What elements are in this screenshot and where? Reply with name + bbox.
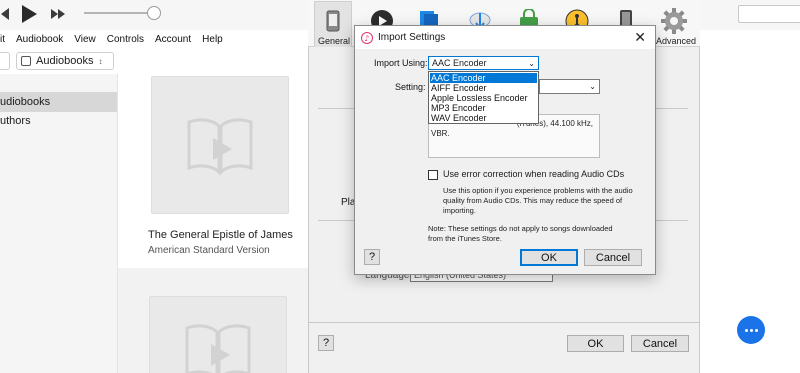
dialog-cancel-button[interactable]: Cancel xyxy=(584,249,642,266)
library-selector[interactable]: Audiobooks ↕ xyxy=(16,52,114,70)
tab-advanced[interactable] xyxy=(659,8,689,34)
encoder-dropdown-list: AAC Encoder AIFF Encoder Apple Lossless … xyxy=(428,71,539,124)
chevron-down-icon: ⌄ xyxy=(589,82,596,91)
import-using-value: AAC Encoder xyxy=(432,58,487,68)
sidebar-item-authors[interactable]: uthors xyxy=(0,111,117,131)
tab-advanced-label: Advanced xyxy=(656,36,697,46)
setting-label: Setting: xyxy=(395,82,426,92)
search-input[interactable] xyxy=(738,5,800,23)
menu-account[interactable]: Account xyxy=(155,34,191,45)
volume-slider-knob[interactable] xyxy=(147,6,161,20)
separator xyxy=(308,322,700,323)
book-placeholder-icon xyxy=(187,118,253,176)
import-using-select[interactable]: AAC Encoder ⌄ xyxy=(428,56,539,70)
book-subtitle: American Standard Version xyxy=(148,245,270,256)
previous-track-icon[interactable] xyxy=(0,6,10,22)
menu-edit[interactable]: it xyxy=(0,34,5,45)
chevron-down-icon: ⌄ xyxy=(528,58,535,68)
encoder-option[interactable]: WAV Encoder xyxy=(430,113,537,123)
encoder-option[interactable]: MP3 Encoder xyxy=(430,103,537,113)
dialog-ok-button[interactable]: OK xyxy=(520,249,578,266)
book-placeholder-icon xyxy=(185,324,251,373)
volume-slider-track[interactable] xyxy=(84,12,156,14)
details-line-2: VBR. xyxy=(431,129,450,138)
menu-audiobook[interactable]: Audiobook xyxy=(16,34,63,45)
sidebar-item-audiobooks[interactable]: udiobooks xyxy=(0,92,117,112)
close-icon[interactable]: ✕ xyxy=(634,29,646,46)
menu-view[interactable]: View xyxy=(74,34,96,45)
dot xyxy=(749,328,753,332)
updown-chevron-icon: ↕ xyxy=(98,56,103,66)
prefs-help-button[interactable]: ? xyxy=(318,335,334,351)
gear-icon xyxy=(661,8,687,34)
back-button[interactable] xyxy=(0,52,10,70)
tab-general-label: General xyxy=(318,36,351,46)
dialog-title-bar: ♪ Import Settings ✕ xyxy=(354,25,656,49)
play-button-icon[interactable] xyxy=(20,4,38,24)
more-options-button[interactable] xyxy=(737,316,765,344)
library-selector-label: Audiobooks xyxy=(36,55,94,67)
book-cover[interactable] xyxy=(151,76,289,214)
dot xyxy=(754,328,758,332)
svg-text:♪: ♪ xyxy=(364,34,369,43)
encoder-option[interactable]: Apple Lossless Encoder xyxy=(430,93,537,103)
phone-icon xyxy=(326,10,340,32)
settings-note: Note: These settings do not apply to son… xyxy=(428,224,613,243)
prefs-cancel-button[interactable]: Cancel xyxy=(631,335,689,352)
tab-general[interactable] xyxy=(318,8,348,34)
setting-select[interactable]: ⌄ xyxy=(539,79,600,94)
prefs-ok-button[interactable]: OK xyxy=(567,335,624,352)
dialog-help-button[interactable]: ? xyxy=(364,249,380,265)
book-cover-2[interactable] xyxy=(149,296,287,373)
error-correction-note: Use this option if you experience proble… xyxy=(443,186,633,215)
book-title[interactable]: The General Epistle of James xyxy=(148,229,293,241)
menu-controls[interactable]: Controls xyxy=(107,34,144,45)
import-using-label: Import Using: xyxy=(374,58,428,68)
next-track-icon[interactable] xyxy=(50,8,68,20)
audiobook-icon xyxy=(21,56,31,66)
error-correction-label[interactable]: Use error correction when reading Audio … xyxy=(443,169,624,179)
error-correction-checkbox[interactable] xyxy=(428,170,438,180)
dialog-title: Import Settings xyxy=(378,32,446,43)
encoder-option[interactable]: AAC Encoder xyxy=(430,73,537,83)
itunes-icon: ♪ xyxy=(361,31,373,44)
sidebar: udiobooks uthors xyxy=(0,74,118,373)
menu-help[interactable]: Help xyxy=(202,34,223,45)
encoder-option[interactable]: AIFF Encoder xyxy=(430,83,537,93)
dot xyxy=(744,328,748,332)
